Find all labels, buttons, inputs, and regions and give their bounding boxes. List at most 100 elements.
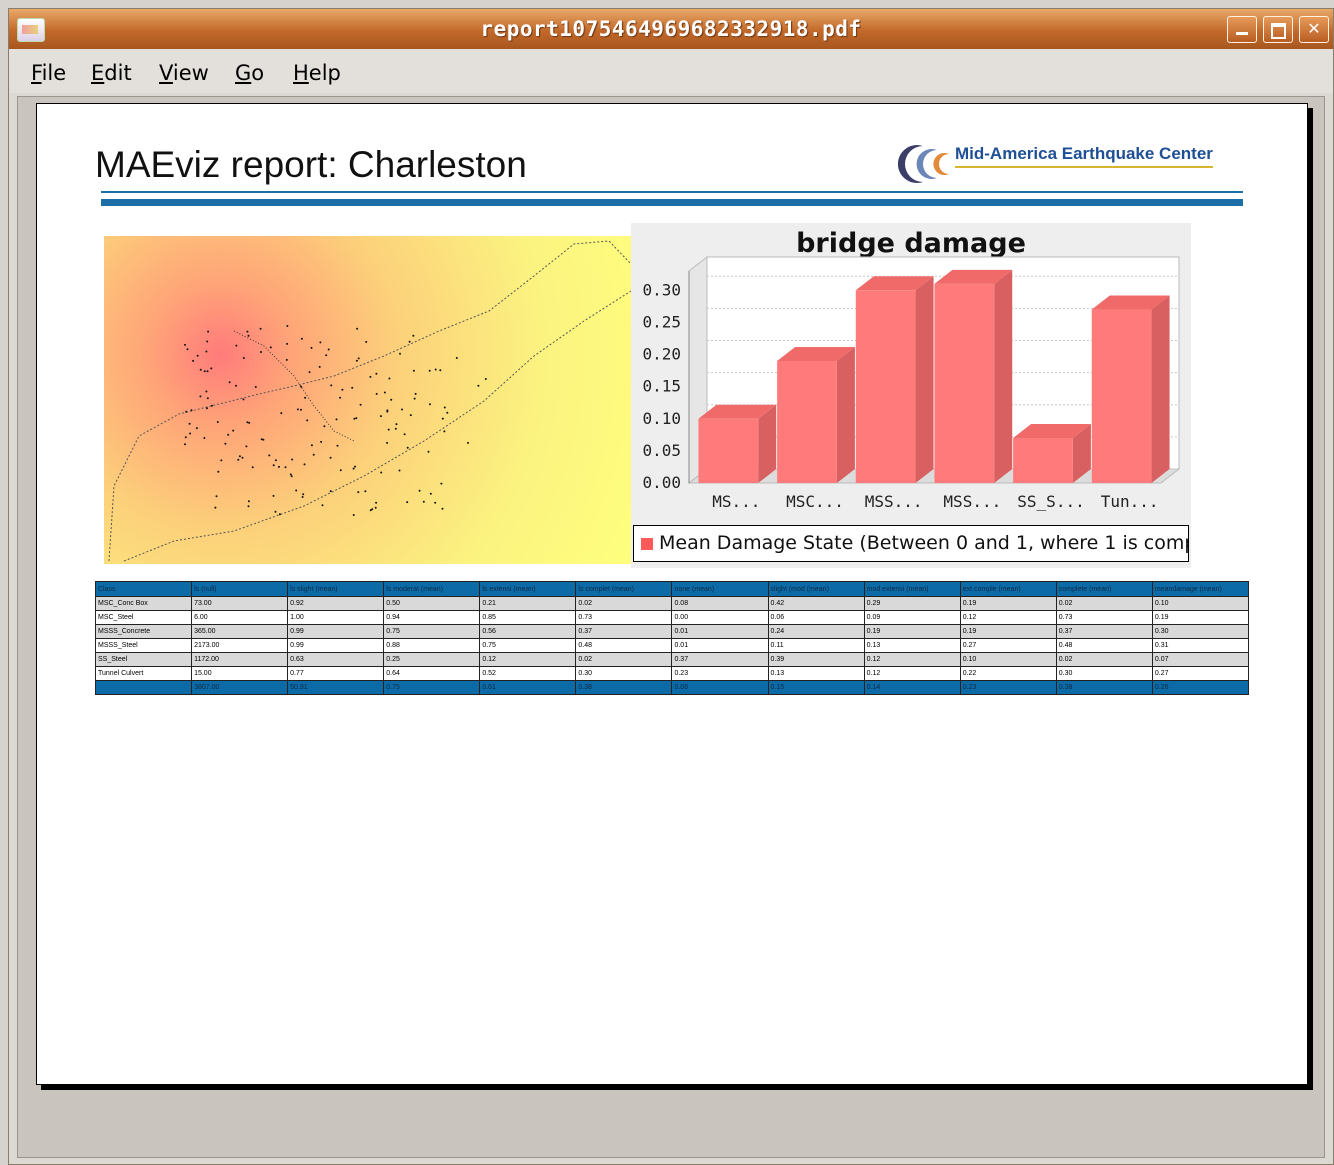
table-cell: 0.73 bbox=[1055, 610, 1153, 625]
map-point bbox=[247, 500, 250, 503]
map-point bbox=[272, 494, 275, 497]
y-tick-label: 0.10 bbox=[642, 409, 681, 428]
table-cell: 0.48 bbox=[1055, 638, 1153, 653]
table-footer-cell: 50.91 bbox=[287, 680, 385, 695]
header-rule-thin bbox=[101, 191, 1243, 193]
menu-view[interactable]: View bbox=[159, 61, 209, 85]
map-point bbox=[335, 418, 338, 421]
mae-center-logo: Mid-America Earthquake Center bbox=[883, 142, 1253, 186]
table-cell: 1172.00 bbox=[191, 652, 289, 667]
map-point bbox=[300, 385, 303, 388]
table-cell: 0.02 bbox=[1055, 596, 1153, 611]
table-cell: 0.50 bbox=[383, 596, 481, 611]
map-point bbox=[242, 398, 245, 401]
table-cell: 0.10 bbox=[1151, 596, 1250, 611]
table-row: Tunnel Culvert 15.00 0.77 0.64 0.52 0.30 0.23 0… bbox=[94, 666, 1250, 681]
map-point bbox=[455, 357, 458, 359]
table-cell: 0.22 bbox=[959, 666, 1057, 681]
map-point bbox=[364, 490, 367, 493]
table-footer-cell: 3807.00 bbox=[191, 680, 289, 695]
map-outline bbox=[108, 240, 631, 562]
map-point bbox=[235, 344, 238, 347]
table-cell: MSC_Steel bbox=[94, 610, 193, 625]
bar bbox=[1013, 438, 1073, 483]
x-tick-label: MSS... bbox=[865, 492, 923, 511]
table-cell: 0.37 bbox=[671, 652, 769, 667]
map-point bbox=[422, 500, 425, 503]
map-point bbox=[321, 504, 324, 507]
map-point bbox=[443, 406, 446, 409]
title-bar[interactable]: report1075464969682332918.pdf ✕ bbox=[9, 9, 1333, 49]
map-point bbox=[395, 423, 398, 426]
menu-go[interactable]: Go bbox=[235, 61, 264, 85]
bar bbox=[777, 360, 837, 483]
table-cell: 0.31 bbox=[1151, 638, 1250, 653]
header-rule-thick bbox=[101, 199, 1243, 206]
menu-file[interactable]: File bbox=[31, 61, 66, 85]
map-point bbox=[390, 398, 393, 401]
map-point bbox=[237, 458, 240, 461]
map-point bbox=[190, 409, 193, 412]
bar-side bbox=[915, 276, 934, 483]
map-point bbox=[308, 371, 311, 374]
table-footer-cell: 0.75 bbox=[383, 680, 481, 695]
mae-logo-icon bbox=[897, 145, 949, 183]
chart-plot: 0.00 0.05 0.10 0.15 0.20 0.25 0.30 MS... MSC... M… bbox=[642, 255, 1181, 511]
map-point bbox=[210, 404, 213, 407]
table-cell: 0.02 bbox=[1055, 652, 1153, 667]
map-point bbox=[247, 334, 250, 337]
map-point bbox=[325, 354, 328, 357]
minimize-button[interactable] bbox=[1227, 16, 1257, 43]
legend-swatch bbox=[641, 538, 653, 550]
table-header-cell: complete (mean) bbox=[1055, 581, 1153, 597]
map-point bbox=[285, 358, 288, 361]
table-row: MSSS_Steel 2173.00 0.99 0.88 0.75 0.48 0.01 0.1… bbox=[94, 638, 1250, 653]
window-title: report1075464969682332918.pdf bbox=[480, 17, 862, 41]
table-cell: 0.23 bbox=[671, 666, 769, 681]
table-cell: 0.00 bbox=[671, 610, 769, 625]
map-point bbox=[203, 370, 206, 373]
map-point bbox=[215, 495, 218, 498]
map-point bbox=[206, 407, 208, 410]
map-point bbox=[441, 507, 444, 510]
map-point bbox=[286, 342, 289, 345]
close-button[interactable]: ✕ bbox=[1299, 16, 1329, 43]
map-point bbox=[246, 421, 249, 424]
chart-legend: Mean Damage State (Between 0 and 1, wher… bbox=[633, 525, 1189, 562]
map-point bbox=[235, 384, 237, 387]
bridge-damage-chart: bridge damage 0.00 0.05 0.10 0.15 0.20 0.25 0.… bbox=[631, 223, 1191, 568]
map-point bbox=[434, 368, 437, 371]
map-point bbox=[216, 421, 219, 423]
map-point bbox=[300, 337, 303, 340]
table-footer-cell: 0.14 bbox=[863, 680, 961, 695]
map-point bbox=[302, 493, 305, 496]
bar bbox=[698, 418, 759, 483]
map-point bbox=[312, 453, 315, 456]
table-cell: 0.56 bbox=[479, 624, 577, 639]
table-header-cell: none (mean) bbox=[671, 581, 769, 597]
map-point bbox=[355, 359, 358, 362]
table-footer-cell: 0.06 bbox=[671, 680, 769, 695]
map-point bbox=[278, 465, 280, 468]
map-point bbox=[319, 341, 322, 344]
map-point bbox=[359, 403, 362, 406]
table-cell: 0.85 bbox=[479, 610, 577, 625]
map-point bbox=[300, 408, 302, 411]
map-point bbox=[374, 506, 377, 509]
logo-text: Mid-America Earthquake Center bbox=[955, 144, 1213, 168]
map-point bbox=[199, 395, 202, 398]
map-point bbox=[477, 384, 480, 387]
x-tick-label: MS... bbox=[712, 492, 760, 511]
map-point bbox=[310, 346, 313, 349]
menu-edit[interactable]: Edit bbox=[91, 61, 132, 85]
maximize-button[interactable] bbox=[1263, 16, 1293, 43]
x-tick-label: MSS... bbox=[943, 492, 1001, 511]
map-point bbox=[429, 403, 431, 406]
table-cell: 0.25 bbox=[383, 652, 481, 667]
map-point bbox=[441, 417, 444, 420]
map-point bbox=[352, 467, 355, 470]
menu-help[interactable]: Help bbox=[293, 61, 341, 85]
table-cell: 0.19 bbox=[959, 624, 1057, 639]
x-tick-label: SS_S... bbox=[1017, 492, 1084, 511]
bar-side bbox=[836, 346, 855, 483]
